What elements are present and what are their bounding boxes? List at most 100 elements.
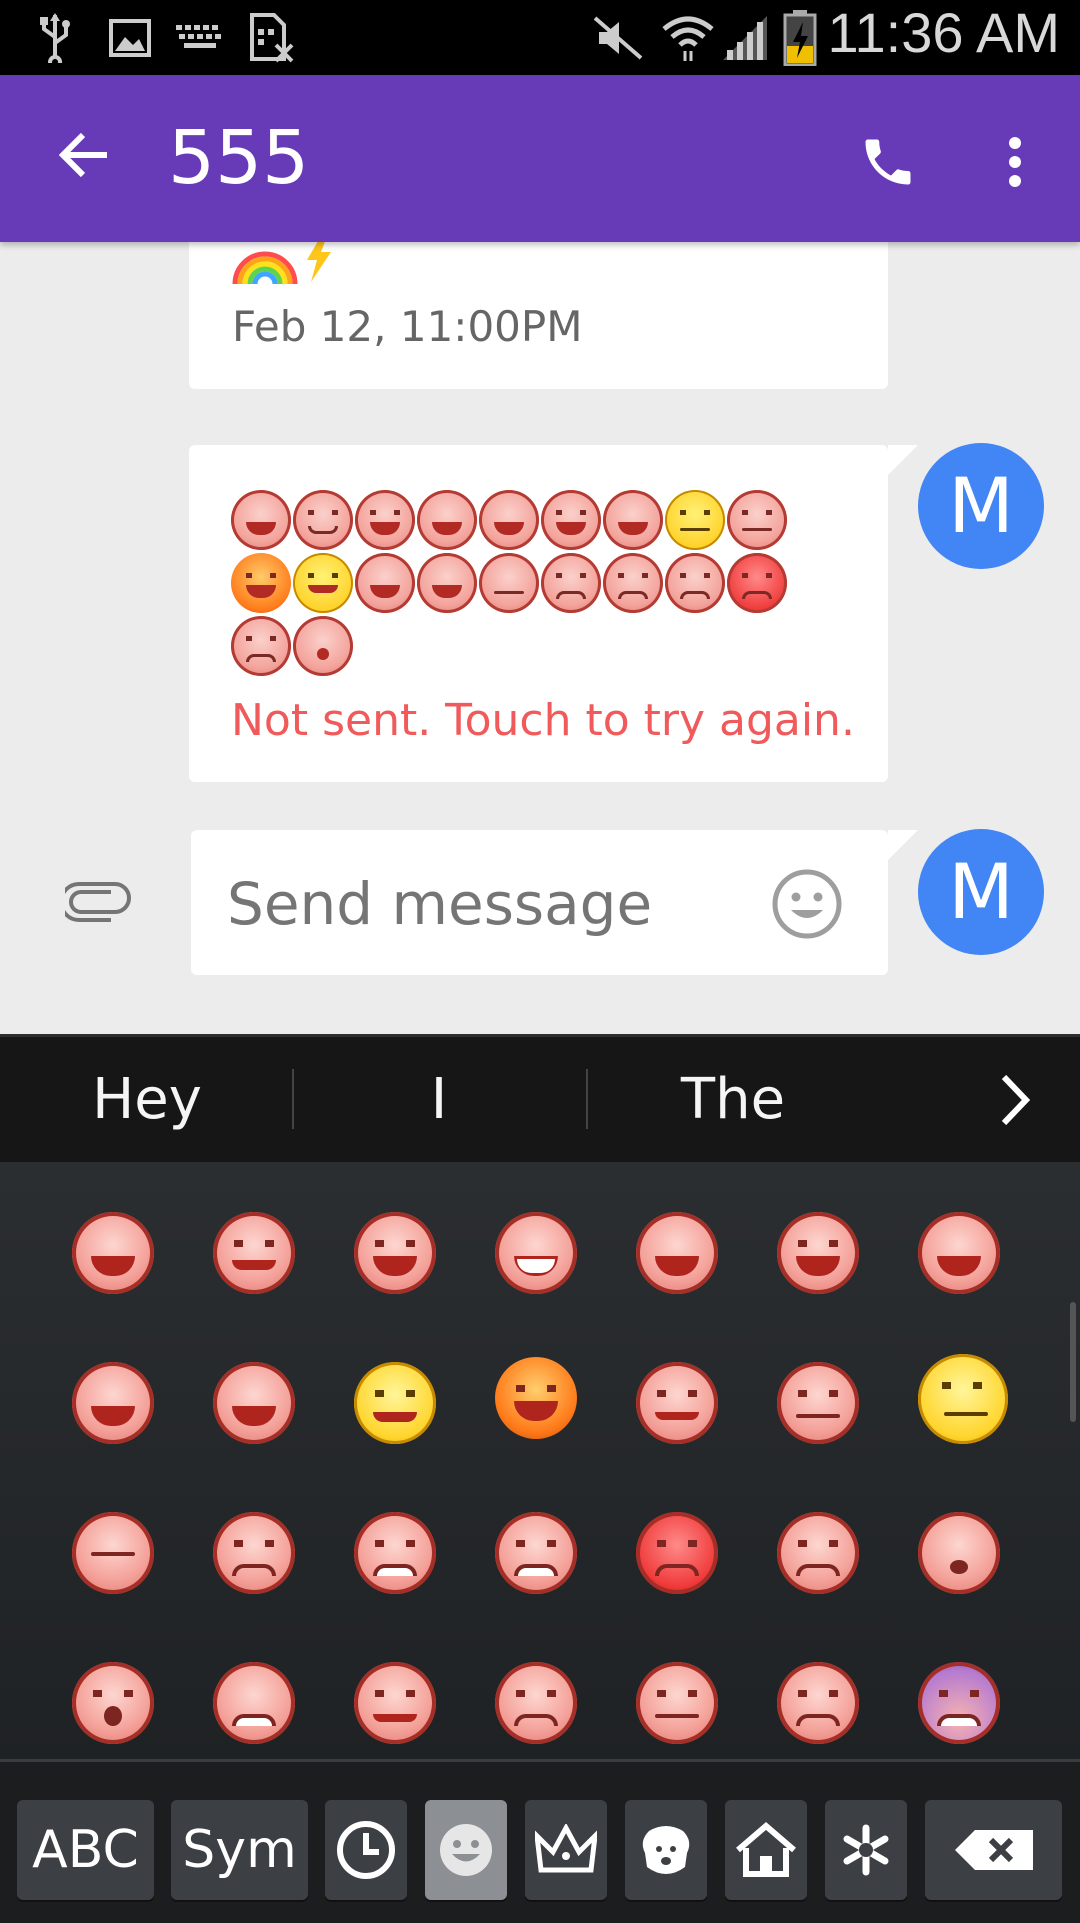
recent-clock-icon [337,1821,395,1879]
emoji-key-grinning[interactable] [777,1212,859,1294]
message-bubble[interactable]: Feb 12, 11:00PM [189,242,888,389]
emoji-key-grinning[interactable] [354,1212,436,1294]
avatar: M [918,829,1044,955]
emoji-blushing-smile [293,490,353,550]
suggestion-item[interactable]: Hey [2,1037,292,1162]
suggestion-item[interactable]: I [294,1037,584,1162]
smiley-icon [772,869,842,939]
symbols-emoji-tab[interactable] [825,1800,907,1900]
places-emoji-tab[interactable] [725,1800,807,1900]
rainbow-emoji [232,251,298,284]
emoji-laughing-squint [355,553,415,613]
dog-icon [642,1826,690,1874]
emoji-tears-of-joy [479,490,539,550]
status-time: 11:36 AM [827,1,1060,64]
smiley-icon [440,1824,492,1876]
emoji-keyboard: Hey I The ABC Sym [0,1034,1080,1923]
back-arrow-icon [59,132,107,178]
emoji-key-grinning[interactable] [918,1212,1000,1294]
emoji-key-neutral[interactable] [777,1362,859,1444]
emoji-button[interactable] [771,868,843,940]
sym-key[interactable]: Sym [171,1800,308,1900]
lightning-emoji [307,242,331,282]
asterisk-icon [843,1824,889,1876]
overflow-menu-button[interactable] [985,120,1045,204]
emoji-grinning [603,490,663,550]
message-emoji [231,242,351,284]
emoji-grinning-closed-eyes [231,490,291,550]
keyboard-bottom-row: ABC Sym [0,1759,1080,1923]
status-bar: 11:36 AM [0,0,1080,75]
chevron-right-icon [1001,1074,1031,1126]
more-suggestions-button[interactable] [985,1067,1045,1133]
emoji-grimacing [665,553,725,613]
emoji-key-tears-of-joy[interactable] [636,1212,718,1294]
emoji-key-laughing-squint[interactable] [213,1362,295,1444]
emoji-key-worried[interactable] [777,1662,859,1744]
suggestion-item[interactable]: The [588,1037,878,1162]
back-button[interactable] [45,115,125,195]
abc-key[interactable]: ABC [17,1800,154,1900]
message-emoji [231,490,831,679]
call-button[interactable] [846,120,930,204]
objects-emoji-tab[interactable] [525,1800,607,1900]
signal-icon [720,12,772,64]
wifi-icon [660,12,716,64]
sim-off-icon [246,12,296,64]
recent-emoji-tab[interactable] [325,1800,407,1900]
emoji-key-unamused[interactable] [636,1662,718,1744]
emoji-key-fearful[interactable] [918,1662,1000,1744]
emoji-key-blushing-smile[interactable] [213,1212,295,1294]
send-error-text[interactable]: Not sent. Touch to try again. [231,695,855,746]
scrollbar[interactable] [1070,1302,1076,1422]
emoji-key-frowning[interactable] [213,1512,295,1594]
message-input[interactable] [225,830,749,977]
emoji-key-sweat-frown[interactable] [495,1662,577,1744]
nature-emoji-tab[interactable] [625,1800,707,1900]
emoji-key-expressionless[interactable] [72,1512,154,1594]
message-bubble-unsent[interactable]: Not sent. Touch to try again. [189,445,918,782]
emoji-angel [293,553,353,613]
emoji-neutral-yellow [665,490,725,550]
house-icon [736,1822,796,1877]
emoji-key-sleepy[interactable] [918,1512,1000,1594]
emoji-key-winking[interactable] [636,1362,718,1444]
emoji-worried [541,553,601,613]
conversation-title: 555 [168,115,310,201]
attach-button[interactable] [58,870,138,934]
emoji-frowning [603,553,663,613]
suggestion-bar: Hey I The [0,1034,1080,1165]
delete-key[interactable] [925,1800,1062,1900]
keyboard-icon [172,12,228,64]
emoji-key-angel[interactable] [354,1362,436,1444]
emoji-key-surprised[interactable] [72,1662,154,1744]
app-bar: 555 [0,75,1080,242]
emoji-neutral [727,490,787,550]
message-timestamp: Feb 12, 11:00PM [232,302,583,351]
emoji-sad-tear [231,616,291,676]
overflow-menu-icon [1009,137,1021,187]
emoji-key-smiling-devil[interactable] [495,1357,577,1439]
emoji-key-grinning-closed-eyes[interactable] [72,1212,154,1294]
emoji-key-sad-tear[interactable] [777,1512,859,1594]
emoji-key-angry-open[interactable] [354,1512,436,1594]
image-icon [105,12,155,64]
mute-icon [590,12,646,64]
emoji-grid [0,1162,1080,1759]
compose-box [191,830,918,977]
emoji-key-pouting[interactable] [636,1512,718,1594]
emoji-grinning [355,490,415,550]
emoji-key-smirk[interactable] [354,1662,436,1744]
emoji-grinning [541,490,601,550]
emoji-smiling-devil [231,553,291,613]
emoji-key-grimacing[interactable] [495,1512,577,1594]
emoji-key-neutral-yellow[interactable] [918,1354,1008,1444]
emoji-sweat-smile [417,553,477,613]
emoji-key-smiling-eyes[interactable] [495,1212,577,1294]
battery-charging-icon [780,10,820,66]
backspace-icon [954,1830,1033,1870]
emoji-key-sweat-smile[interactable] [72,1362,154,1444]
paperclip-icon [65,882,131,922]
emoji-key-persevering[interactable] [213,1662,295,1744]
smiley-emoji-tab[interactable] [425,1800,507,1900]
